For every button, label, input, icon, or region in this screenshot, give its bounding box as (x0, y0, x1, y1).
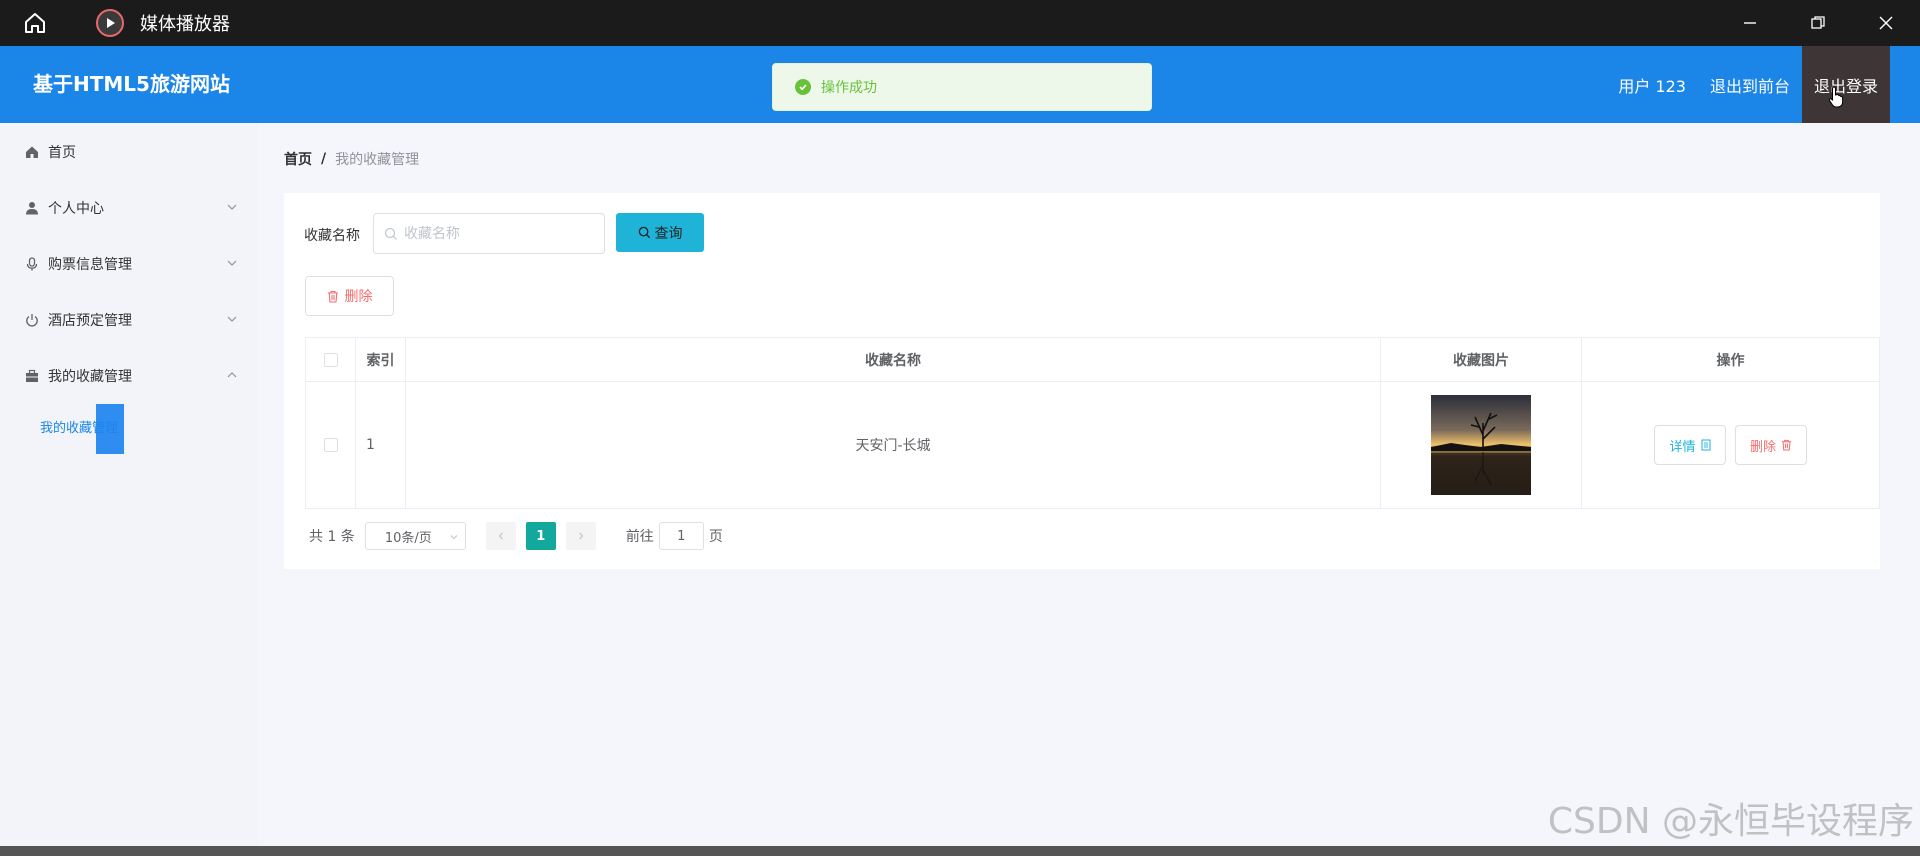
logout-button[interactable]: 退出登录 (1802, 46, 1890, 123)
query-button-label: 查询 (654, 225, 683, 242)
trash-icon (1781, 439, 1792, 451)
row-image-cell (1381, 382, 1582, 508)
row-index: 1 (356, 382, 406, 508)
favorites-table: 索引 收藏名称 收藏图片 操作 1 天安门-长城 详情 删除 (305, 337, 1880, 509)
row-checkbox[interactable] (323, 438, 338, 452)
chevron-down-icon (450, 535, 458, 540)
close-icon[interactable] (1852, 0, 1920, 46)
goto-prefix: 前往 (625, 529, 654, 545)
content-panel: 收藏名称 查询 删除 索引 收藏名称 收藏图片 操作 1 天安门-长城 (284, 193, 1880, 569)
table-header-actions: 操作 (1582, 338, 1879, 382)
batch-delete-button[interactable]: 删除 (305, 276, 394, 316)
chevron-down-icon (227, 204, 237, 210)
search-icon (638, 226, 650, 239)
detail-button-label: 详情 (1669, 439, 1696, 455)
app-header: 基于HTML5旅游网站 操作成功 用户 123 退出到前台 退出登录 (0, 46, 1920, 123)
row-delete-button[interactable]: 删除 (1735, 425, 1807, 465)
window-titlebar: 媒体播放器 (0, 0, 1920, 46)
search-field[interactable] (373, 213, 605, 254)
sidebar-item-hotel-booking[interactable]: 酒店预定管理 (0, 305, 258, 335)
sidebar-item-personal-center[interactable]: 个人中心 (0, 193, 258, 223)
table-row (306, 382, 356, 508)
goto-suffix: 页 (708, 529, 723, 545)
chevron-down-icon (227, 260, 237, 266)
table-header-select (306, 338, 356, 382)
row-actions-cell: 详情 删除 (1582, 382, 1879, 508)
media-player-icon (96, 9, 124, 37)
home-icon (24, 144, 40, 160)
chevron-up-icon (227, 372, 237, 378)
check-circle-icon (795, 79, 811, 95)
document-icon (1701, 439, 1710, 451)
microphone-icon (24, 256, 40, 272)
restore-icon[interactable] (1784, 0, 1852, 46)
sidebar-item-label: 我的收藏管理 (48, 369, 132, 385)
sidebar-item-label: 酒店预定管理 (48, 313, 132, 329)
table-header-name: 收藏名称 (406, 338, 1381, 382)
query-button[interactable]: 查询 (616, 213, 704, 252)
prev-page-button[interactable] (485, 522, 516, 550)
sidebar: 首页 个人中心 购票信息管理 酒店预定管理 我的收藏管理 我的收藏管理 (0, 123, 258, 846)
favorite-thumbnail (1431, 395, 1531, 495)
search-icon (384, 227, 397, 240)
csdn-watermark: CSDN @永恒毕设程序 (1547, 801, 1914, 842)
row-name: 天安门-长城 (406, 382, 1381, 508)
header-actions: 用户 123 退出到前台 退出登录 (1618, 46, 1920, 123)
user-name: 用户 123 (1618, 76, 1686, 96)
hand-cursor-icon (1828, 86, 1844, 108)
search-label: 收藏名称 (304, 228, 360, 244)
pagination: 共 1 条 10条/页 1 前往 1 页 (309, 522, 723, 550)
sidebar-subitem-my-favorites[interactable]: 我的收藏管理 (40, 417, 118, 436)
sidebar-item-ticket-info[interactable]: 购票信息管理 (0, 249, 258, 279)
row-delete-label: 删除 (1749, 439, 1776, 455)
taskbar-strip (0, 846, 1920, 856)
goto-page-input[interactable]: 1 (658, 522, 704, 550)
back-to-front-link[interactable]: 退出到前台 (1710, 73, 1790, 97)
home-icon[interactable] (22, 10, 48, 36)
sidebar-item-label: 个人中心 (48, 201, 104, 217)
briefcase-icon (24, 368, 40, 384)
delete-button-label: 删除 (344, 289, 373, 305)
chevron-right-icon (578, 532, 584, 540)
breadcrumb: 首页 / 我的收藏管理 (284, 149, 419, 169)
brand-title: 基于HTML5旅游网站 (33, 72, 230, 96)
detail-button[interactable]: 详情 (1654, 425, 1726, 465)
user-icon (24, 200, 40, 216)
next-page-button[interactable] (565, 522, 596, 550)
select-all-checkbox[interactable] (323, 352, 338, 367)
page-size-value: 10条/页 (384, 530, 432, 546)
sidebar-item-my-favorites[interactable]: 我的收藏管理 (0, 361, 258, 391)
page-size-select[interactable]: 10条/页 (364, 522, 466, 550)
table-header-image: 收藏图片 (1381, 338, 1582, 382)
pagination-total: 共 1 条 (309, 529, 355, 545)
minimize-icon[interactable] (1716, 0, 1784, 46)
breadcrumb-current: 我的收藏管理 (335, 152, 420, 168)
search-input[interactable] (404, 225, 594, 242)
power-icon (24, 312, 40, 328)
window-title: 媒体播放器 (140, 14, 230, 35)
sidebar-item-label: 首页 (48, 145, 76, 161)
sidebar-item-label: 购票信息管理 (48, 257, 132, 273)
chevron-down-icon (227, 316, 237, 322)
chevron-left-icon (498, 532, 503, 540)
table-header-index: 索引 (356, 338, 406, 382)
sidebar-item-home[interactable]: 首页 (0, 137, 258, 167)
toast-message: 操作成功 (821, 80, 877, 96)
window-controls (1716, 0, 1920, 46)
page-number-active[interactable]: 1 (525, 522, 556, 550)
breadcrumb-separator: / (321, 151, 327, 167)
trash-icon (327, 290, 338, 303)
success-toast: 操作成功 (772, 63, 1152, 111)
breadcrumb-home[interactable]: 首页 (284, 149, 312, 169)
